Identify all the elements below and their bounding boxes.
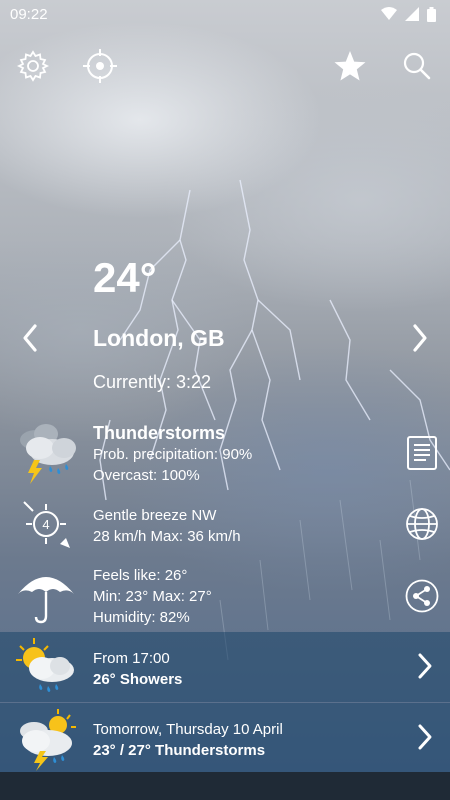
- settings-button[interactable]: [11, 44, 55, 88]
- beaufort-number: 4: [42, 517, 49, 532]
- details-block: Feels like: 26° Min: 23° Max: 27° Humidi…: [93, 565, 212, 628]
- status-bar: 09:22: [0, 0, 450, 28]
- signal-icon: [405, 7, 419, 21]
- conditions-block: Thunderstorms Prob. precipitation: 90% O…: [93, 422, 252, 486]
- chevron-left-icon: [23, 324, 37, 352]
- current-temperature: 24°: [93, 254, 157, 301]
- sun-cloud-rain-icon: [14, 636, 78, 705]
- globe-icon: [406, 508, 438, 540]
- thunderstorm-icon: [12, 418, 82, 493]
- wifi-icon: [381, 7, 397, 20]
- crosshair-icon: [83, 49, 117, 83]
- share-icon: [405, 579, 439, 613]
- status-icons: [381, 6, 436, 22]
- locate-button[interactable]: [78, 44, 122, 88]
- wind-compass-icon: 4: [20, 498, 72, 555]
- battery-icon: [427, 6, 436, 22]
- min-max-temperature: Min: 23° Max: 27°: [93, 588, 212, 605]
- location-name: London, GB: [93, 325, 225, 351]
- umbrella-icon: [16, 566, 76, 631]
- chevron-right-icon: [416, 723, 434, 756]
- overcast-value: Overcast: 100%: [93, 467, 200, 484]
- map-button[interactable]: [400, 502, 444, 546]
- chevron-right-icon: [413, 324, 427, 352]
- gear-icon: [16, 50, 50, 82]
- previous-location-button[interactable]: [12, 320, 48, 356]
- feels-like: Feels like: 26°: [93, 567, 188, 584]
- share-button[interactable]: [400, 574, 444, 618]
- forecast-row-tomorrow[interactable]: Tomorrow, Thursday 10 April 23° / 27° Th…: [0, 703, 450, 773]
- wind-speed: 28 km/h Max: 36 km/h: [93, 528, 241, 545]
- star-icon: [334, 51, 366, 81]
- sun-cloud-thunder-icon: [14, 707, 78, 776]
- status-time: 09:22: [10, 5, 48, 23]
- current-time-label: Currently: 3:22: [93, 372, 212, 392]
- wind-block: Gentle breeze NW 28 km/h Max: 36 km/h: [93, 505, 241, 547]
- condition-title: Thunderstorms: [93, 423, 226, 443]
- search-button[interactable]: [395, 44, 439, 88]
- document-icon: [407, 436, 437, 470]
- precipitation-probability: Prob. precipitation: 90%: [93, 446, 253, 463]
- forecast-row-text: Tomorrow, Thursday 10 April 23° / 27° Th…: [93, 719, 283, 761]
- report-button[interactable]: [400, 431, 444, 475]
- favorite-button[interactable]: [328, 44, 372, 88]
- humidity: Humidity: 82%: [93, 609, 190, 626]
- next-location-button[interactable]: [402, 320, 438, 356]
- forecast-row-today[interactable]: From 17:00 26° Showers: [0, 632, 450, 702]
- forecast-time: From 17:00: [93, 650, 170, 667]
- forecast-summary: 23° / 27° Thunderstorms: [93, 742, 266, 759]
- top-bar: [0, 44, 450, 92]
- forecast-day: Tomorrow, Thursday 10 April: [93, 721, 283, 738]
- system-navigation-bar: [0, 772, 450, 800]
- forecast-row-text: From 17:00 26° Showers: [93, 648, 182, 690]
- wind-description: Gentle breeze NW: [93, 507, 217, 524]
- chevron-right-icon: [416, 652, 434, 685]
- search-icon: [403, 52, 431, 80]
- forecast-summary: 26° Showers: [93, 671, 183, 688]
